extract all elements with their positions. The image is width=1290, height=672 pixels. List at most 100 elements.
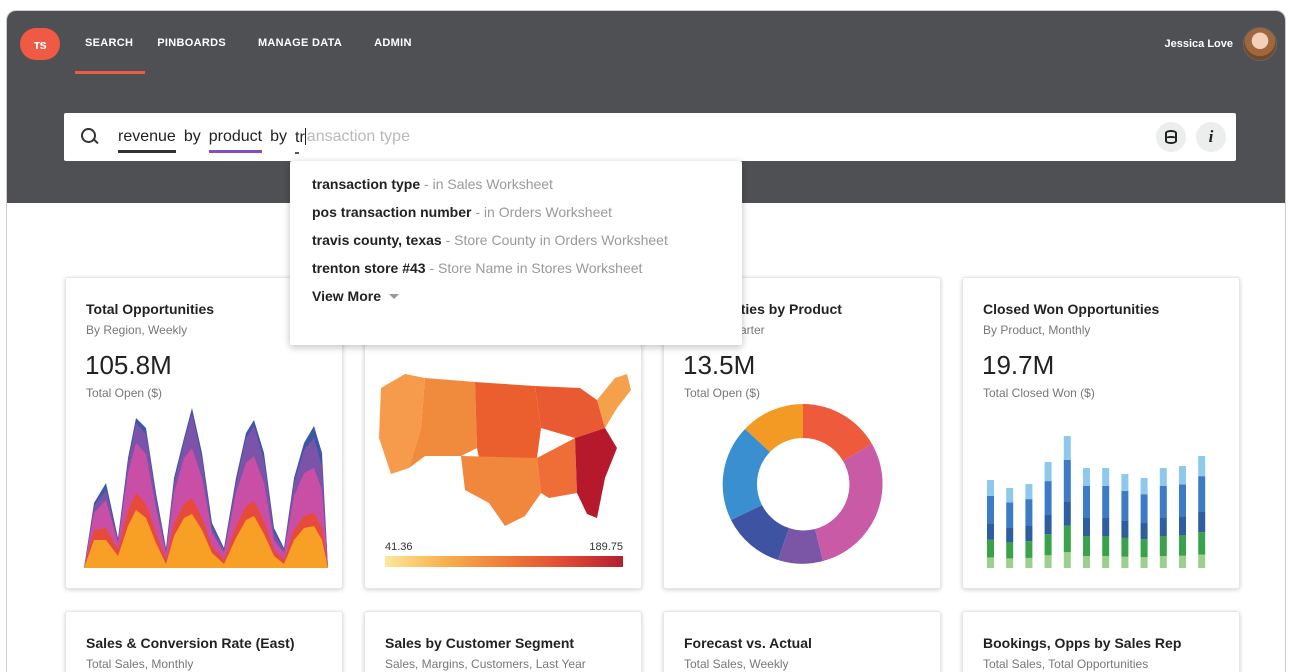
bar-segment [1179, 535, 1186, 556]
bar-segment [1102, 486, 1110, 518]
nav-label: PINBOARDS [157, 37, 226, 49]
app-window: ᴛs SEARCH PINBOARDS MANAGE DATA ADMIN Je… [6, 10, 1286, 672]
nav-pinboards[interactable]: PINBOARDS [149, 11, 246, 75]
bar-segment [1063, 436, 1071, 460]
info-button[interactable]: i [1196, 122, 1226, 152]
search-token-product[interactable]: product [208, 128, 263, 153]
bar-segment [1083, 468, 1090, 486]
bar-segment [1025, 499, 1033, 526]
bar-segment [1006, 488, 1014, 503]
bar-segment [1159, 468, 1167, 486]
search-bar-actions: i [1156, 122, 1226, 152]
view-more-button[interactable]: View More [312, 288, 742, 304]
region-midwest [535, 386, 605, 438]
bar-segment [1140, 494, 1148, 523]
donut-slice-magenta [815, 444, 883, 561]
card-closed-won[interactable]: Closed Won Opportunities By Product, Mon… [962, 277, 1240, 589]
card-subtitle: Total Sales, Monthly [86, 657, 194, 671]
bar-segment [1102, 556, 1110, 568]
suggestion-term: transaction type [312, 176, 421, 192]
card-bookings-opps[interactable]: Bookings, Opps by Sales Rep Total Sales,… [962, 611, 1240, 672]
suggestion-item[interactable]: pos transaction number - in Orders Works… [312, 204, 742, 232]
nav-search[interactable]: SEARCH [75, 11, 146, 75]
bar-segment [1102, 468, 1110, 486]
bar-segment [1121, 556, 1129, 568]
logo-text: ᴛs [33, 36, 47, 52]
bar-segment [1159, 518, 1167, 536]
search-token-revenue[interactable]: revenue [118, 128, 176, 153]
suggestion-item[interactable]: trenton store #43 - Store Name in Stores… [312, 260, 742, 288]
app-logo[interactable]: ᴛs [20, 28, 60, 60]
card-subtitle: Sales, Margins, Customers, Last Year [385, 657, 586, 671]
nav-manage-data[interactable]: MANAGE DATA [250, 11, 362, 75]
bar-segment [1198, 456, 1206, 477]
legend-min-label: 41.36 [385, 541, 413, 553]
region-south [537, 438, 577, 498]
suggestion-hint: - in Orders Worksheet [471, 204, 613, 220]
bar-segment [1159, 486, 1167, 518]
bar-segment [1025, 526, 1033, 542]
card-forecast-vs-actual[interactable]: Forecast vs. Actual Total Sales, Weekly [663, 611, 941, 672]
card-subtitle: Total Sales, Weekly [684, 657, 789, 671]
bar-segment [987, 495, 994, 524]
card-title: Bookings, Opps by Sales Rep [983, 635, 1182, 651]
bar-segment [1198, 512, 1206, 533]
bar-segment [1198, 532, 1206, 555]
bar-segment [1159, 556, 1167, 568]
bar-segment [1063, 502, 1071, 526]
info-icon: i [1208, 127, 1214, 146]
view-more-label: View More [312, 288, 381, 304]
bar-segment [987, 557, 994, 568]
bar-segment [1159, 536, 1167, 556]
main-nav: SEARCH PINBOARDS MANAGE DATA ADMIN [75, 11, 436, 75]
card-title: Forecast vs. Actual [684, 635, 812, 651]
region-plains [475, 382, 541, 458]
stacked-bar-chart [987, 436, 1206, 568]
search-bar[interactable]: revenue by product by tr ansaction type … [64, 113, 1236, 161]
nav-admin[interactable]: ADMIN [366, 11, 432, 75]
card-title: Sales & Conversion Rate (East) [86, 635, 295, 651]
avatar[interactable] [1243, 27, 1277, 61]
suggestion-hint: - in Sales Worksheet [420, 176, 553, 192]
bar-segment [1044, 534, 1052, 556]
bar-segment [1140, 523, 1148, 540]
card-sales-customer-segment[interactable]: Sales by Customer Segment Sales, Margins… [364, 611, 642, 672]
bar-segment [1006, 558, 1014, 568]
user-name: Jessica Love [1164, 38, 1234, 50]
bar-segment [1063, 525, 1071, 553]
bar-segment [1121, 521, 1129, 538]
card-sales-conversion-east[interactable]: Sales & Conversion Rate (East) Total Sal… [65, 611, 343, 672]
nav-label: MANAGE DATA [257, 37, 343, 49]
bar-segment [1006, 502, 1014, 528]
bar-segment [1044, 462, 1052, 482]
bar-segment [1102, 518, 1110, 536]
suggestion-hint: - Store County in Orders Worksheet [441, 232, 668, 248]
bar-segment [1140, 478, 1148, 495]
bar-segment [1198, 554, 1206, 568]
bar-segment [1083, 518, 1090, 536]
bar-segment [1083, 556, 1090, 568]
region-texas [461, 456, 541, 526]
data-sources-button[interactable] [1156, 122, 1186, 152]
text-caret [304, 127, 306, 145]
bar-segment [1044, 555, 1052, 568]
bar-segment [1102, 536, 1110, 556]
user-menu[interactable]: Jessica Love [1164, 27, 1277, 61]
bar-segment [1083, 536, 1090, 556]
suggestion-item[interactable]: transaction type - in Sales Worksheet [312, 176, 742, 204]
bar-segment [1198, 476, 1206, 512]
search-input[interactable]: tr [295, 127, 307, 154]
bar-segment [1140, 539, 1148, 558]
bar-segment [1179, 517, 1186, 536]
suggestion-item[interactable]: travis county, texas - Store County in O… [312, 232, 742, 260]
bar-segment [1006, 542, 1014, 559]
bar-segment [1063, 459, 1071, 502]
search-icon [80, 127, 100, 147]
chevron-down-icon [389, 293, 399, 299]
bar-segment [1044, 515, 1052, 535]
color-legend-bar [385, 556, 623, 567]
bar-segment [1063, 552, 1071, 568]
card-subtitle: Total Sales, Total Opportunities [983, 657, 1149, 671]
suggestion-term: travis county, texas [312, 232, 442, 248]
bar-segment [1083, 486, 1090, 518]
